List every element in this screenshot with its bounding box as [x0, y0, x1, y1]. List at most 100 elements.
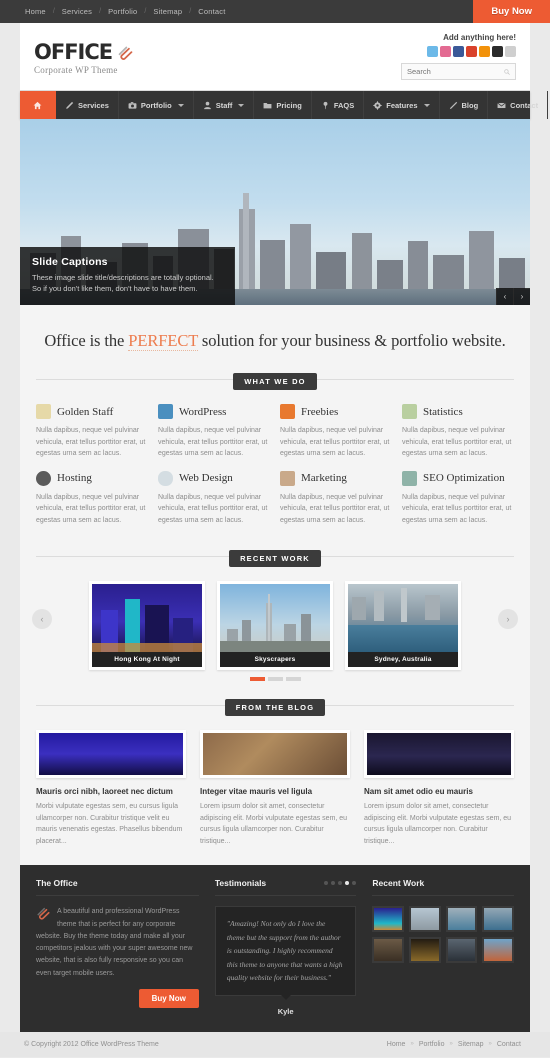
footer-thumbnail[interactable]	[409, 937, 441, 964]
footer-link-sitemap[interactable]: Sitemap	[453, 1041, 489, 1048]
nav-item-home[interactable]	[20, 91, 56, 119]
footer-column-testimonials: Testimonials "Amazing! Not only do I lov…	[214, 878, 357, 1016]
service-item: SEO Optimization Nulla dapibus, neque ve…	[402, 470, 514, 527]
testimonial-pagination	[324, 881, 357, 886]
main-nav: Services Portfolio Staff Pricing FAQS Fe…	[20, 91, 549, 119]
service-body: Nulla dapibus, neque vel pulvinar vehicu…	[36, 493, 146, 524]
carousel-next-button[interactable]: ›	[498, 609, 518, 630]
blog-thumbnail[interactable]	[200, 730, 350, 779]
user-icon	[203, 101, 211, 109]
footer-link-portfolio[interactable]: Portfolio	[414, 1041, 450, 1048]
search-input[interactable]	[407, 67, 504, 76]
nav-item-staff[interactable]: Staff	[194, 91, 255, 119]
portfolio-card[interactable]: Sydney, Australia	[345, 581, 461, 671]
carousel-prev-button[interactable]: ‹	[32, 609, 52, 630]
nav-label-services: Services	[78, 100, 109, 110]
nav-item-pricing[interactable]: Pricing	[254, 91, 312, 119]
buy-now-button-footer[interactable]: Buy Now	[138, 988, 199, 1008]
top-nav-link-contact[interactable]: Contact	[191, 7, 232, 16]
wordpress-icon	[158, 404, 173, 419]
carousel-wrapper: ‹ › Hong Kong At Night Skyscrapers Sydne…	[32, 581, 518, 671]
header-right: Add anything here!	[401, 33, 516, 80]
footer-thumbnail[interactable]	[409, 906, 441, 933]
nav-label-contact: Contact	[510, 100, 539, 110]
portfolio-caption: Hong Kong At Night	[92, 652, 202, 668]
services-grid: Golden Staff Nulla dapibus, neque vel pu…	[36, 404, 514, 526]
instagram-icon[interactable]	[440, 46, 451, 57]
search-icon[interactable]	[504, 68, 510, 76]
page-headline: Office is the PERFECT solution for your …	[36, 331, 514, 351]
hero-next-button[interactable]: ›	[513, 288, 530, 305]
blog-post: Mauris orci nibh, laoreet nec dictum Mor…	[36, 730, 186, 847]
hero-caption: Slide Captions These image slide title/d…	[20, 246, 235, 305]
hero-slider[interactable]: Slide Captions These image slide title/d…	[20, 119, 530, 305]
portfolio-card[interactable]: Skyscrapers	[217, 581, 333, 671]
footer-thumbnail[interactable]	[372, 906, 405, 933]
search-box[interactable]	[401, 63, 516, 80]
site-header: OFFICE Corporate WP Theme Add anything h…	[20, 23, 530, 91]
logo-row: OFFICE	[34, 42, 134, 63]
testimonial-dot[interactable]	[338, 881, 343, 886]
testimonial-dot[interactable]	[331, 881, 336, 886]
hero-prev-button[interactable]: ‹	[496, 288, 513, 305]
footer-thumbnail[interactable]	[482, 906, 515, 933]
hero-caption-line2: So if you don't like them, don't have to…	[32, 283, 198, 293]
testimonial-dot[interactable]	[345, 881, 350, 886]
facebook-icon[interactable]	[453, 46, 464, 57]
rss-icon[interactable]	[479, 46, 490, 57]
nav-label-features: Features	[386, 100, 418, 110]
blog-post-excerpt: Lorem ipsum dolor sit amet, consectetur …	[200, 803, 348, 845]
nav-item-services[interactable]: Services	[56, 91, 119, 119]
nav-item-contact[interactable]: Contact	[488, 91, 549, 119]
chevron-down-icon	[238, 103, 245, 107]
top-nav-link-portfolio[interactable]: Portfolio	[101, 7, 144, 16]
bar-chart-icon	[402, 404, 417, 419]
logo-tagline: Corporate WP Theme	[34, 65, 118, 75]
nav-label-pricing: Pricing	[276, 100, 302, 110]
pen-icon	[449, 101, 457, 109]
portfolio-card[interactable]: Hong Kong At Night	[89, 581, 205, 671]
paperclip-icon	[37, 908, 50, 921]
footer-thumbnail[interactable]	[445, 937, 478, 964]
pencil-icon	[66, 101, 74, 109]
portfolio-caption: Skyscrapers	[220, 652, 330, 668]
copyright-bar: © Copyright 2012 Office WordPress Theme …	[0, 1031, 550, 1057]
blog-post-title[interactable]: Integer vitae mauris vel ligula	[200, 787, 350, 796]
nav-label-blog: Blog	[461, 100, 479, 110]
top-nav-link-sitemap[interactable]: Sitemap	[146, 7, 189, 16]
footer-thumbnail[interactable]	[482, 937, 515, 964]
youtube-icon[interactable]	[466, 46, 477, 57]
testimonial-dot[interactable]	[352, 881, 357, 886]
footer-link-home[interactable]: Home	[382, 1041, 411, 1048]
nav-item-features[interactable]: Features	[364, 91, 440, 119]
footer-thumbnail[interactable]	[445, 906, 478, 933]
footer-link-contact[interactable]: Contact	[492, 1041, 526, 1048]
nav-item-faqs[interactable]: FAQS	[312, 91, 365, 119]
service-item: Hosting Nulla dapibus, neque vel pulvina…	[36, 470, 148, 527]
buy-now-button-top[interactable]: Buy Now	[473, 0, 550, 23]
testimonial-dot[interactable]	[324, 881, 329, 886]
footer-column-recent-work: Recent Work	[372, 878, 515, 1016]
nav-item-portfolio[interactable]: Portfolio	[119, 91, 194, 119]
logo-block[interactable]: OFFICE Corporate WP Theme	[34, 38, 134, 75]
carousel-dot[interactable]	[249, 677, 265, 682]
nav-item-blog[interactable]: Blog	[440, 91, 489, 119]
blog-thumbnail[interactable]	[364, 730, 514, 779]
twitter-icon[interactable]	[427, 46, 438, 57]
blog-post-title[interactable]: Mauris orci nibh, laoreet nec dictum	[36, 787, 186, 796]
email-icon[interactable]	[505, 46, 516, 57]
carousel-dot[interactable]	[267, 677, 283, 682]
blog-post-excerpt: Morbi vulputate egestas sem, eu cursus l…	[36, 803, 183, 845]
top-nav-link-services[interactable]: Services	[55, 7, 99, 16]
vimeo-icon[interactable]	[492, 46, 503, 57]
carousel-dot[interactable]	[285, 677, 301, 682]
blog-thumbnail[interactable]	[36, 730, 186, 779]
logo-text: OFFICE	[34, 40, 113, 64]
blog-post-title[interactable]: Nam sit amet odio eu mauris	[364, 787, 514, 796]
service-item: WordPress Nulla dapibus, neque vel pulvi…	[158, 404, 270, 460]
section-badge: WHAT WE DO	[233, 373, 317, 390]
server-icon	[36, 470, 51, 486]
top-nav-link-home[interactable]: Home	[18, 7, 53, 16]
footer-thumbnail[interactable]	[372, 937, 405, 964]
divider	[372, 895, 515, 897]
